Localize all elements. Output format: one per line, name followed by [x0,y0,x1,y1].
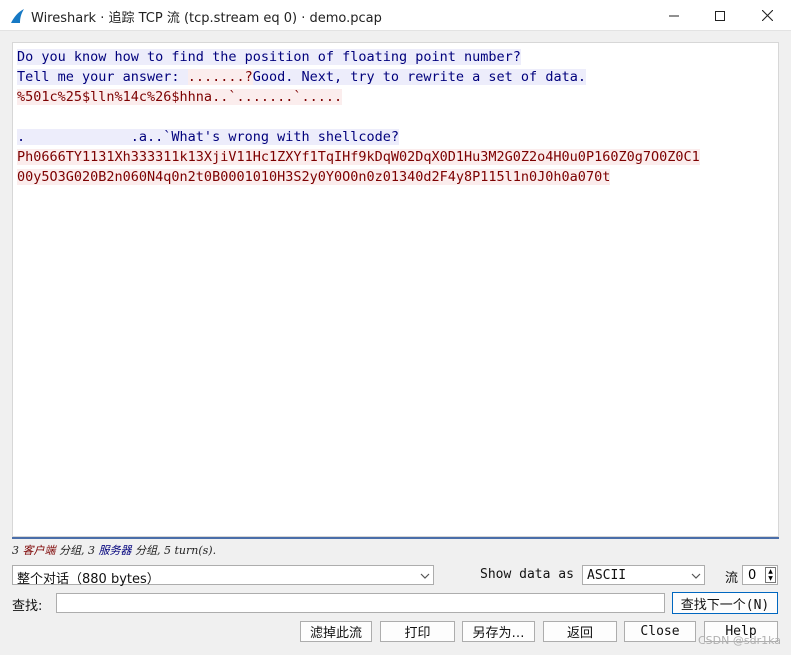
server-data-segment: Good. Next, try to rewrite a set of data… [252,69,586,85]
server-label: 服务器 [98,544,132,557]
stream-line [17,107,700,127]
close-window-button[interactable] [744,0,790,31]
show-data-label: Show data as [480,567,574,582]
conversation-select-value: 整个对话（880 bytes） [17,572,160,587]
stream-text-area[interactable]: Do you know how to find the position of … [12,42,779,537]
server-data-segment: Tell me your answer: [17,69,188,85]
server-count: 3 [88,544,95,557]
client-unit: 分组, [59,544,85,557]
turns-count: 5 turn(s). [164,544,217,557]
close-icon [761,10,773,21]
stream-number-value: 0 [748,568,757,583]
stream-line: %501c%25$lln%14c%26$hhna..`.......`..... [17,87,700,107]
wireshark-fin-icon [11,9,24,23]
window-title: Wireshark · 追踪 TCP 流 (tcp.stream eq 0) ·… [31,11,382,26]
chevron-down-icon [420,573,430,579]
server-unit: 分组, [135,544,161,557]
client-data-segment: 00y5O3G020B2n060N4q0n2t0B0001010H3S2y0Y0… [17,169,611,185]
server-data-segment: . .a..`What's wrong with shellcode? [17,129,400,145]
minimize-icon [669,15,679,16]
stream-number-spinbox[interactable]: 0 ▲ ▼ [742,565,778,585]
find-next-button[interactable]: 查找下一个(N) [672,592,778,614]
client-data-segment: %501c%25$lln%14c%26$hhna..`.......`..... [17,89,343,105]
stream-line: 00y5O3G020B2n060N4q0n2t0B0001010H3S2y0Y0… [17,167,700,187]
maximize-icon [715,10,725,21]
client-data-segment: .......? [187,69,253,85]
text-area-focus-line [12,537,779,539]
maximize-button[interactable] [697,0,743,31]
spin-buttons[interactable]: ▲ ▼ [765,567,776,583]
client-label: 客户端 [22,544,56,557]
print-button[interactable]: 打印 [380,621,455,642]
stream-line: Tell me your answer: .......?Good. Next,… [17,67,700,87]
stream-line: Do you know how to find the position of … [17,47,700,67]
server-data-segment: Do you know how to find the position of … [17,49,521,65]
show-data-select[interactable]: ASCII [582,565,705,585]
spin-up-icon[interactable]: ▲ [766,568,775,575]
back-button[interactable]: 返回 [543,621,617,642]
client-count: 3 [12,544,19,557]
find-label: 查找: [12,599,43,614]
chevron-down-icon [691,573,701,579]
find-input[interactable] [56,593,665,613]
minimize-button[interactable] [651,0,697,31]
client-data-segment: Ph0666TY1131Xh333311k13XjiV11Hc1ZXYf1TqI… [17,149,700,165]
conversation-select[interactable]: 整个对话（880 bytes） [12,565,434,587]
stream-line: Ph0666TY1131Xh333311k13XjiV11Hc1ZXYf1TqI… [17,147,700,167]
show-data-value: ASCII [587,568,627,583]
stream-line: . .a..`What's wrong with shellcode? [17,127,700,147]
spin-down-icon[interactable]: ▼ [766,575,775,582]
save-as-button[interactable]: 另存为… [462,621,535,642]
filter-out-stream-button[interactable]: 滤掉此流 [300,621,372,642]
stream-text: Do you know how to find the position of … [17,47,700,187]
stream-summary: 3 客户端 分组, 3 服务器 分组, 5 turn(s). [12,542,216,558]
stream-number-label: 流 [725,571,739,586]
close-button[interactable]: Close [624,621,696,642]
title-bar: Wireshark · 追踪 TCP 流 (tcp.stream eq 0) ·… [0,0,791,31]
csdn-watermark: CSDN @sdr1ka [698,634,782,647]
